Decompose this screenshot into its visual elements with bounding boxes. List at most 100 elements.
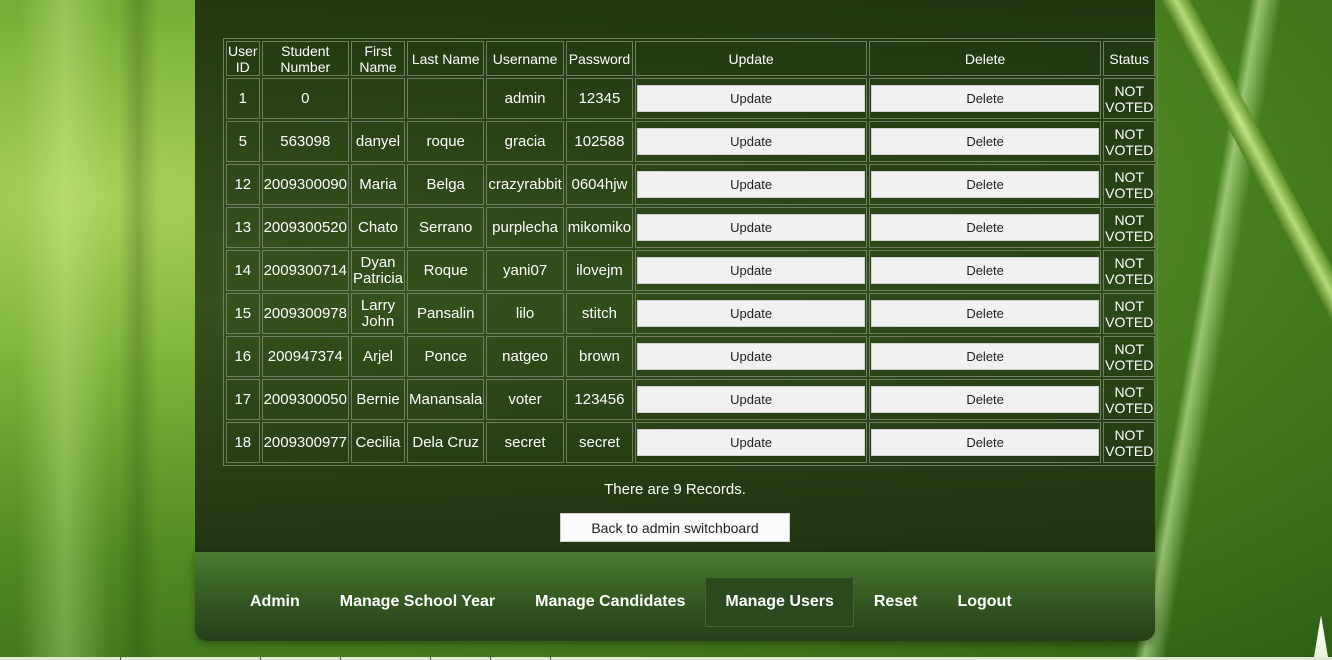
password-cell: secret [565, 422, 634, 463]
nav-item-manage-school-year[interactable]: Manage School Year [320, 577, 515, 627]
student-number-cell: 200947374 [261, 336, 349, 377]
nav-item-logout[interactable]: Logout [937, 577, 1031, 627]
status-cell: NOT VOTED [1103, 164, 1156, 205]
delete-cell: Delete [869, 293, 1102, 334]
first-name-cell: Dyan Patricia [351, 250, 406, 291]
status-cell: NOT VOTED [1103, 207, 1156, 248]
password-cell: stitch [565, 293, 634, 334]
first-name-cell: Arjel [351, 336, 406, 377]
update-button[interactable]: Update [637, 300, 866, 327]
status-cell: NOT VOTED [1103, 121, 1156, 162]
first-name-cell: Cecilia [351, 422, 406, 463]
delete-button[interactable]: Delete [871, 257, 1100, 284]
user-id-cell: 5 [226, 121, 260, 162]
update-cell: Update [635, 164, 868, 205]
student-number-cell: 2009300090 [261, 164, 349, 205]
update-cell: Update [635, 78, 868, 119]
last-name-cell: Serrano [407, 207, 485, 248]
status-cell: NOT VOTED [1103, 293, 1156, 334]
student-number-cell: 2009300978 [261, 293, 349, 334]
background-grass-highlight [20, 0, 110, 660]
table-header-row: User ID Student Number First Name Last N… [226, 41, 1156, 76]
delete-cell: Delete [869, 164, 1102, 205]
student-number-cell: 0 [261, 78, 349, 119]
student-number-cell: 2009300050 [261, 379, 349, 420]
student-number-cell: 563098 [261, 121, 349, 162]
update-button[interactable]: Update [637, 214, 866, 241]
last-name-cell: Ponce [407, 336, 485, 377]
first-name-cell: Chato [351, 207, 406, 248]
update-button[interactable]: Update [637, 128, 866, 155]
col-header-last-name: Last Name [407, 41, 485, 76]
update-cell: Update [635, 293, 868, 334]
table-row: 12 2009300090 Maria Belga crazyrabbit 0604hjw… [226, 164, 1156, 205]
delete-button[interactable]: Delete [871, 128, 1100, 155]
background-grass-tip [1314, 615, 1328, 657]
user-id-cell: 17 [226, 379, 260, 420]
records-count: There are 9 Records. [604, 481, 746, 498]
col-header-status: Status [1103, 41, 1156, 76]
table-row: 16 200947374 Arjel Ponce natgeo brown Update De… [226, 336, 1156, 377]
last-name-cell: Manansala [407, 379, 485, 420]
user-id-cell: 12 [226, 164, 260, 205]
delete-cell: Delete [869, 121, 1102, 162]
username-cell: natgeo [486, 336, 564, 377]
username-cell: voter [486, 379, 564, 420]
nav-item-manage-candidates[interactable]: Manage Candidates [515, 577, 705, 627]
status-cell: NOT VOTED [1103, 250, 1156, 291]
background-grass-blade [1150, 0, 1332, 616]
back-to-switchboard-button[interactable]: Back to admin switchboard [560, 513, 790, 542]
first-name-cell [351, 78, 406, 119]
delete-button[interactable]: Delete [871, 171, 1100, 198]
update-cell: Update [635, 250, 868, 291]
update-button[interactable]: Update [637, 429, 866, 456]
user-id-cell: 18 [226, 422, 260, 463]
update-cell: Update [635, 121, 868, 162]
table-row: 18 2009300977 Cecilia Dela Cruz secret secret… [226, 422, 1156, 463]
delete-button[interactable]: Delete [871, 386, 1100, 413]
username-cell: purplecha [486, 207, 564, 248]
status-cell: NOT VOTED [1103, 379, 1156, 420]
delete-button[interactable]: Delete [871, 214, 1100, 241]
update-button[interactable]: Update [637, 343, 866, 370]
user-id-cell: 14 [226, 250, 260, 291]
col-header-delete: Delete [869, 41, 1102, 76]
first-name-cell: Larry John [351, 293, 406, 334]
background-grass-shadow [118, 0, 158, 660]
last-name-cell: roque [407, 121, 485, 162]
table-row: 15 2009300978 Larry John Pansalin lilo stitch… [226, 293, 1156, 334]
username-cell: gracia [486, 121, 564, 162]
main-nav: Admin Manage School Year Manage Candidates… [195, 552, 1155, 641]
delete-cell: Delete [869, 422, 1102, 463]
col-header-student-number: Student Number [261, 41, 349, 76]
username-cell: secret [486, 422, 564, 463]
table-row: 17 2009300050 Bernie Manansala voter 123456 Up… [226, 379, 1156, 420]
nav-item-manage-users[interactable]: Manage Users [705, 577, 854, 627]
password-cell: 102588 [565, 121, 634, 162]
delete-button[interactable]: Delete [871, 343, 1100, 370]
user-id-cell: 16 [226, 336, 260, 377]
update-button[interactable]: Update [637, 257, 866, 284]
delete-cell: Delete [869, 207, 1102, 248]
student-number-cell: 2009300977 [261, 422, 349, 463]
update-button[interactable]: Update [637, 85, 866, 112]
table-row: 1 0 admin 12345 Update Delete NOT VOTED [226, 78, 1156, 119]
users-table: User ID Student Number First Name Last N… [223, 38, 1159, 466]
table-row: 13 2009300520 Chato Serrano purplecha mikomik… [226, 207, 1156, 248]
password-cell: mikomiko [565, 207, 634, 248]
delete-button[interactable]: Delete [871, 429, 1100, 456]
user-id-cell: 13 [226, 207, 260, 248]
delete-button[interactable]: Delete [871, 300, 1100, 327]
nav-item-reset[interactable]: Reset [854, 577, 938, 627]
update-button[interactable]: Update [637, 171, 866, 198]
status-cell: NOT VOTED [1103, 422, 1156, 463]
update-button[interactable]: Update [637, 386, 866, 413]
last-name-cell: Belga [407, 164, 485, 205]
table-row: 14 2009300714 Dyan Patricia Roque yani07 ilov… [226, 250, 1156, 291]
status-cell: NOT VOTED [1103, 336, 1156, 377]
col-header-username: Username [486, 41, 564, 76]
nav-item-admin[interactable]: Admin [230, 577, 320, 627]
delete-button[interactable]: Delete [871, 85, 1100, 112]
update-cell: Update [635, 207, 868, 248]
password-cell: 123456 [565, 379, 634, 420]
